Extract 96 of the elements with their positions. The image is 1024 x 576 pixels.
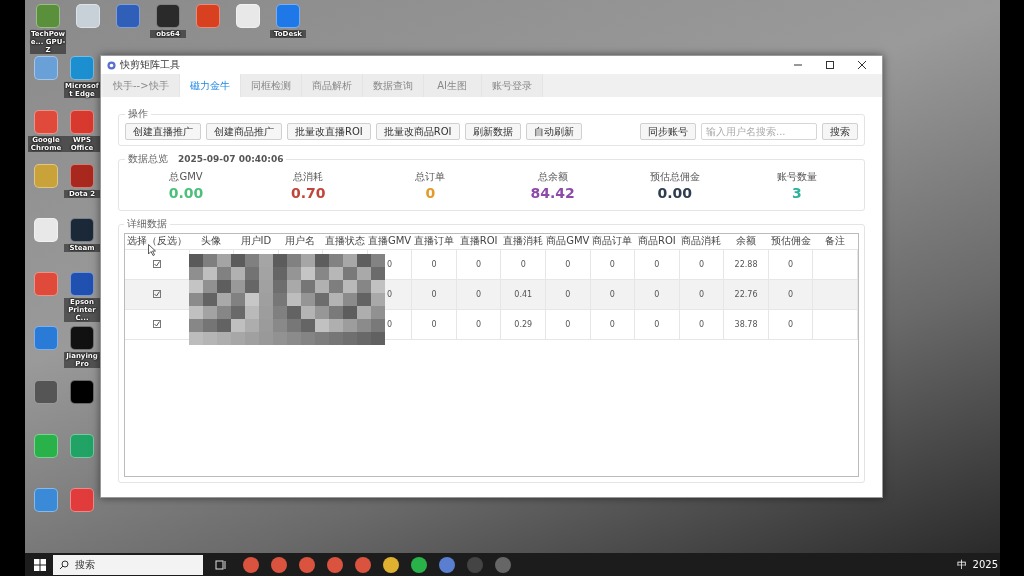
table-cell: 0: [456, 249, 501, 279]
table-cell: 0: [679, 249, 724, 279]
app-icon[interactable]: [70, 326, 94, 350]
table-cell: 0: [545, 309, 591, 339]
stat-value: 3: [792, 185, 802, 201]
table-cell: 38.78: [723, 309, 769, 339]
checkbox[interactable]: [152, 319, 161, 328]
sync-button[interactable]: 同步账号: [640, 123, 696, 140]
maximize-icon: [826, 61, 834, 69]
action-button[interactable]: 自动刷新: [525, 123, 582, 140]
task-view-icon[interactable]: [215, 559, 227, 570]
taskbar-app-icon[interactable]: [411, 556, 427, 573]
action-button[interactable]: 批量改商品ROI: [375, 123, 460, 140]
stat-value: 0.00: [657, 185, 692, 201]
table-cell: 0: [545, 279, 591, 309]
taskbar-app-icon[interactable]: [327, 556, 343, 573]
taskbar-app-icon[interactable]: [271, 556, 287, 573]
table-cell: 22.88: [723, 249, 769, 279]
column-header[interactable]: 商品订单: [590, 234, 635, 249]
taskbar-app-icon[interactable]: [383, 556, 399, 573]
group-title: 操作: [127, 107, 149, 121]
column-header[interactable]: 商品ROI: [634, 234, 680, 249]
app-logo-icon: [107, 60, 116, 70]
search-button[interactable]: 搜索: [822, 123, 858, 140]
taskbar-app-icon[interactable]: [299, 556, 315, 573]
app-icon[interactable]: [70, 380, 94, 404]
stat-label: 总GMV: [169, 170, 203, 184]
taskbar-app-icon[interactable]: [355, 556, 371, 573]
table-cell: 0: [679, 309, 724, 339]
table-cell: 0: [411, 279, 457, 309]
stat-label: 账号数量: [776, 170, 817, 184]
app-icon[interactable]: [156, 4, 180, 28]
table-cell: 0: [634, 249, 680, 279]
table-cell: 0: [590, 279, 635, 309]
column-header[interactable]: 用户ID: [233, 234, 279, 249]
taskbar-app-icon[interactable]: [243, 556, 259, 573]
table-cell: 0: [634, 309, 680, 339]
column-header[interactable]: 备注: [812, 234, 858, 249]
action-button[interactable]: 刷新数据: [464, 123, 521, 140]
table-cell: 0: [768, 279, 813, 309]
table-cell: 0: [590, 309, 635, 339]
clock[interactable]: 2025: [972, 559, 998, 570]
stat-value: 0.00: [168, 185, 204, 201]
window-title: 快剪矩阵工具: [120, 58, 181, 72]
stat-label: 总余额: [537, 170, 568, 184]
close-icon: [858, 61, 866, 69]
table-cell: 0: [456, 309, 501, 339]
column-header[interactable]: 用户名: [278, 234, 323, 249]
app-icon[interactable]: [34, 380, 58, 404]
input-method-indicator[interactable]: 中: [956, 557, 967, 572]
table-cell: 0: [768, 249, 813, 279]
checkbox[interactable]: [152, 289, 161, 298]
column-header[interactable]: 直播状态: [322, 234, 368, 249]
table-cell: 0: [545, 249, 591, 279]
stat-value: 0.70: [290, 185, 326, 201]
table-cell: 0.29: [500, 309, 546, 339]
table-cell: 0: [411, 309, 457, 339]
table-cell: 0: [590, 249, 635, 279]
group-title: 详细数据: [126, 217, 168, 231]
taskbar-app-icon[interactable]: [439, 556, 455, 573]
table-cell: 0: [411, 249, 457, 279]
app-icon[interactable]: [70, 272, 94, 296]
tab[interactable]: 磁力金牛: [179, 74, 241, 97]
taskbar-search-field[interactable]: 搜索: [53, 554, 203, 575]
column-header[interactable]: 头像: [189, 234, 234, 249]
action-button[interactable]: 创建商品推广: [206, 123, 282, 140]
table-cell: 0: [768, 309, 813, 339]
stat-value: 84.42: [530, 185, 575, 201]
app-icon[interactable]: [70, 218, 94, 242]
column-header[interactable]: 预估佣金: [768, 234, 813, 249]
column-header[interactable]: 直播GMV: [367, 234, 412, 249]
column-header[interactable]: 直播ROI: [456, 234, 501, 249]
column-header[interactable]: 直播订单: [411, 234, 457, 249]
stat-label: 总消耗: [293, 170, 324, 184]
column-header[interactable]: 直播消耗: [500, 234, 546, 249]
action-button[interactable]: 批量改直播ROI: [287, 123, 371, 140]
stat-value: 0: [425, 185, 436, 201]
timestamp: 2025-09-07 00:40:06: [178, 154, 284, 164]
search-field[interactable]: 输入用户名搜索...: [701, 123, 817, 140]
column-header[interactable]: 商品消耗: [679, 234, 724, 249]
table-cell: 0: [456, 279, 501, 309]
table-cell: 0: [679, 279, 724, 309]
group-title: 数据总览: [128, 152, 168, 166]
action-button[interactable]: 创建直播推广: [125, 123, 201, 140]
column-header[interactable]: 余额: [723, 234, 769, 249]
table-cell: 22.76: [723, 279, 769, 309]
stat-label: 总订单: [415, 170, 446, 184]
minimize-icon: [794, 61, 802, 69]
checkbox[interactable]: [152, 259, 161, 268]
column-header[interactable]: 商品GMV: [545, 234, 591, 249]
stat-label: 预估总佣金: [649, 170, 700, 184]
table-cell: 0.41: [500, 279, 546, 309]
mouse-cursor-icon: [148, 244, 156, 256]
table-cell: 0: [634, 279, 680, 309]
table-cell: 0: [500, 249, 546, 279]
search-icon: [59, 559, 69, 570]
